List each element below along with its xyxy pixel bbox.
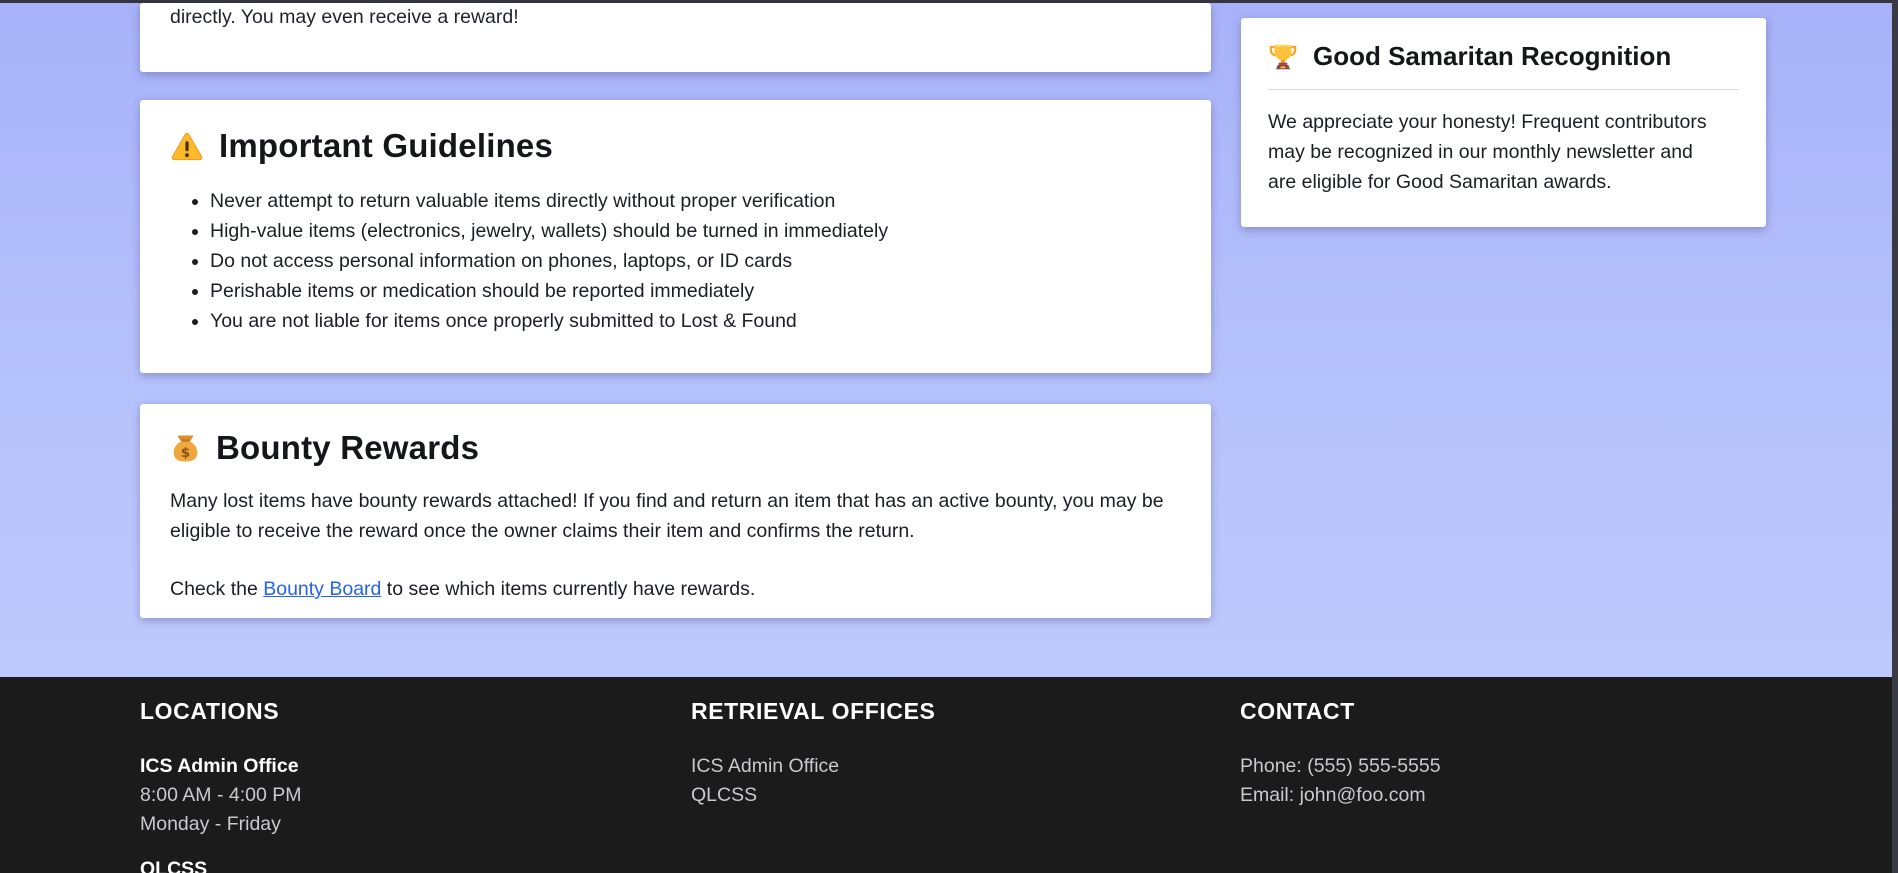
side-column: Good Samaritan Recognition We appreciate… [1241,3,1766,618]
locations-heading: LOCATIONS [140,698,280,724]
good-samaritan-card: Good Samaritan Recognition We appreciate… [1241,18,1766,227]
guideline-item: High-value items (electronics, jewelry, … [210,216,1181,246]
bounty-rewards-card: $ Bounty Rewards Many lost items have bo… [140,404,1211,618]
footer-contact-column: CONTACT Phone: (555) 555-5555 Email: joh… [1240,698,1766,873]
contact-heading: CONTACT [1240,698,1355,724]
location-name: QLCSS [140,858,208,873]
contact-email: Email: john@foo.com [1240,784,1426,806]
footer-retrieval-column: RETRIEVAL OFFICES ICS Admin Office QLCSS [691,698,1240,873]
page-footer: LOCATIONS ICS Admin Office 8:00 AM - 4:0… [0,677,1898,873]
location-name: ICS Admin Office [140,755,299,777]
guideline-item: Do not access personal information on ph… [210,246,1181,276]
check-suffix: to see which items currently have reward… [381,578,756,600]
recognition-title: Good Samaritan Recognition [1313,41,1672,71]
bounty-heading: $ Bounty Rewards [170,429,1181,467]
footer-columns: LOCATIONS ICS Admin Office 8:00 AM - 4:0… [140,698,1766,873]
recognition-body-text: We appreciate your honesty! Frequent con… [1268,111,1707,193]
retrieval-office: QLCSS [691,784,758,806]
warning-icon [170,131,204,162]
bounty-check-line: Check the Bounty Board to see which item… [170,574,1170,604]
location-days: Monday - Friday [140,813,281,835]
scrollbar-track[interactable] [1892,0,1898,873]
retrieval-heading: RETRIEVAL OFFICES [691,698,936,724]
guideline-item: Never attempt to return valuable items d… [210,186,1181,216]
window-top-edge [0,0,1898,3]
guidelines-title: Important Guidelines [219,127,554,164]
guideline-item: Perishable items or medication should be… [210,276,1181,306]
main-column: directly. You may even receive a reward!… [140,3,1211,618]
guideline-item: You are not liable for items once proper… [210,306,1181,336]
trophy-icon [1268,41,1298,72]
money-bag-icon: $ [170,432,201,465]
location-entry: QLCSS [140,855,691,873]
check-prefix: Check the [170,578,264,600]
page-content: directly. You may even receive a reward!… [0,0,1898,618]
reward-notice-text: directly. You may even receive a reward! [170,6,519,28]
reward-notice-card: directly. You may even receive a reward! [140,3,1211,72]
contact-phone: Phone: (555) 555-5555 [1240,755,1441,777]
bounty-intro-text: Many lost items have bounty rewards atta… [170,490,1164,542]
guidelines-list: Never attempt to return valuable items d… [170,186,1181,336]
bounty-title: Bounty Rewards [216,429,480,466]
bounty-board-link[interactable]: Bounty Board [263,578,381,600]
retrieval-office: ICS Admin Office [691,755,840,777]
location-hours: 8:00 AM - 4:00 PM [140,784,302,806]
footer-locations-column: LOCATIONS ICS Admin Office 8:00 AM - 4:0… [140,698,691,873]
svg-text:$: $ [181,445,191,461]
recognition-heading: Good Samaritan Recognition [1268,41,1739,90]
location-entry: ICS Admin Office 8:00 AM - 4:00 PM Monda… [140,752,691,839]
important-guidelines-card: Important Guidelines Never attempt to re… [140,100,1211,373]
guidelines-heading: Important Guidelines [170,127,1181,165]
